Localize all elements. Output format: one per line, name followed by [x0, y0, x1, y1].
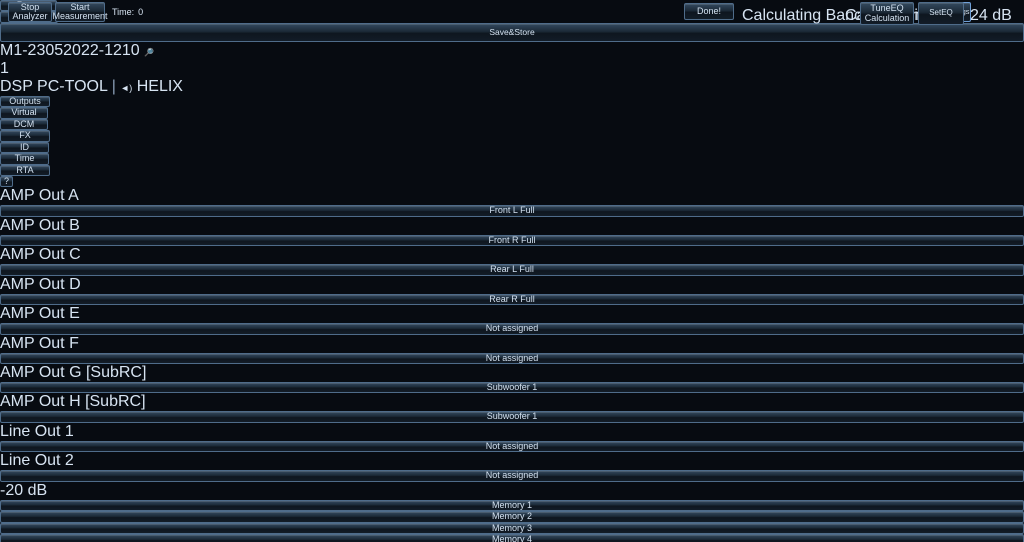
- nav-virtual-button[interactable]: Virtual: [0, 107, 48, 118]
- app-logo: DSP PC-TOOL | ◄) HELIX: [0, 78, 1024, 96]
- channel-amp-out-h-subrc-: AMP Out H [SubRC]Subwoofer 1: [0, 393, 1024, 422]
- helix-speaker-icon: ◄): [120, 83, 132, 93]
- channel-name: AMP Out F: [0, 335, 79, 352]
- channel-assign-button[interactable]: Not assigned: [0, 470, 1024, 481]
- channel-name: Line Out 2: [0, 452, 74, 469]
- channel-header: AMP Out C: [0, 246, 1024, 264]
- channel-header: AMP Out B: [0, 217, 1024, 235]
- channel-amp-out-e: AMP Out ENot assigned: [0, 305, 1024, 334]
- time-value: 0: [138, 7, 143, 17]
- stop-analyzer-button[interactable]: Stop Analyzer: [8, 2, 52, 22]
- channel-name: AMP Out D: [0, 276, 81, 293]
- channel-header: Line Out 2: [0, 452, 1024, 470]
- nav-outputs-button[interactable]: Outputs: [0, 96, 50, 107]
- channel-line-out-1: Line Out 1Not assigned: [0, 423, 1024, 452]
- memory-1-button[interactable]: Memory 1: [0, 500, 1024, 511]
- tuneeq-calculation-button[interactable]: TuneEQ Calculation: [860, 2, 914, 25]
- channel-assign-button[interactable]: Front R Full: [0, 235, 1024, 246]
- seteq-button[interactable]: SetEQ: [918, 2, 964, 25]
- logo-brand: HELIX: [137, 78, 183, 95]
- channel-assign-button[interactable]: Front L Full: [0, 205, 1024, 216]
- meter-db-label: -20 dB: [0, 482, 1024, 500]
- dsp-pc-tool-window: Reset Load Save&Store M1-23052022-1210 🔎…: [0, 0, 1024, 542]
- channel-name: AMP Out H [SubRC]: [0, 393, 146, 410]
- logo-text: DSP PC-TOOL: [0, 78, 107, 95]
- help-button[interactable]: ?: [0, 176, 13, 187]
- nav-time-button[interactable]: Time: [0, 153, 49, 164]
- nav-id-button[interactable]: ID: [0, 142, 49, 153]
- channel-line-out-2: Line Out 2Not assigned: [0, 452, 1024, 481]
- nav-dcm-button[interactable]: DCM: [0, 119, 48, 130]
- channel-header: AMP Out G [SubRC]: [0, 364, 1024, 382]
- channel-name: AMP Out C: [0, 246, 81, 263]
- memory-2-button[interactable]: Memory 2: [0, 511, 1024, 522]
- memory-4-button[interactable]: Memory 4: [0, 534, 1024, 542]
- topbar-nav: OutputsVirtualDCMFXIDTimeRTA: [0, 96, 1024, 176]
- channel-assign-button[interactable]: Rear R Full: [0, 294, 1024, 305]
- start-measurement-button[interactable]: Start Measurement: [55, 2, 105, 22]
- nav-rta-button[interactable]: RTA: [0, 165, 50, 176]
- channel-amp-out-a: AMP Out AFront L Full: [0, 187, 1024, 216]
- done-button[interactable]: Done!: [684, 3, 734, 20]
- search-icon[interactable]: 🔎: [144, 48, 154, 57]
- device-number-field[interactable]: 1: [0, 60, 1024, 78]
- channel-header: AMP Out D: [0, 276, 1024, 294]
- channel-header: AMP Out E: [0, 305, 1024, 323]
- channel-amp-out-f: AMP Out FNot assigned: [0, 335, 1024, 364]
- save-store-button[interactable]: Save&Store: [0, 23, 1024, 42]
- channel-row: AMP Out AFront L FullAMP Out BFront R Fu…: [0, 187, 1024, 481]
- device-id-text: M1-23052022-1210: [0, 42, 140, 59]
- memory-3-button[interactable]: Memory 3: [0, 523, 1024, 534]
- channel-name: AMP Out A: [0, 187, 79, 204]
- memory-row: Memory 1Memory 2Memory 3Memory 4Memory 5…: [0, 500, 1024, 542]
- channel-assign-button[interactable]: Subwoofer 1: [0, 411, 1024, 422]
- nav-fx-button[interactable]: FX: [0, 130, 50, 141]
- channel-assign-button[interactable]: Not assigned: [0, 323, 1024, 334]
- channel-name: AMP Out E: [0, 305, 80, 322]
- channel-header: AMP Out F: [0, 335, 1024, 353]
- channel-name: AMP Out B: [0, 217, 80, 234]
- channel-amp-out-b: AMP Out BFront R Full: [0, 217, 1024, 246]
- time-label: Time:: [112, 7, 134, 17]
- logo-separator: |: [112, 78, 116, 95]
- channel-amp-out-c: AMP Out CRear L Full: [0, 246, 1024, 275]
- channel-assign-button[interactable]: Subwoofer 1: [0, 382, 1024, 393]
- channel-header: AMP Out H [SubRC]: [0, 393, 1024, 411]
- channel-amp-out-d: AMP Out DRear R Full: [0, 276, 1024, 305]
- channel-assign-button[interactable]: Not assigned: [0, 441, 1024, 452]
- channel-assign-button[interactable]: Not assigned: [0, 353, 1024, 364]
- channel-header: Line Out 1: [0, 423, 1024, 441]
- channel-header: AMP Out A: [0, 187, 1024, 205]
- channel-name: Line Out 1: [0, 423, 74, 440]
- time-display: Time: 0: [112, 7, 143, 17]
- save-store-group: Save&Store: [0, 23, 1024, 42]
- channel-assign-button[interactable]: Rear L Full: [0, 264, 1024, 275]
- channel-amp-out-g-subrc-: AMP Out G [SubRC]Subwoofer 1: [0, 364, 1024, 393]
- device-id-field[interactable]: M1-23052022-1210 🔎: [0, 42, 1024, 60]
- channel-name: AMP Out G [SubRC]: [0, 364, 146, 381]
- topbar: Reset Load Save&Store M1-23052022-1210 🔎…: [0, 0, 1024, 187]
